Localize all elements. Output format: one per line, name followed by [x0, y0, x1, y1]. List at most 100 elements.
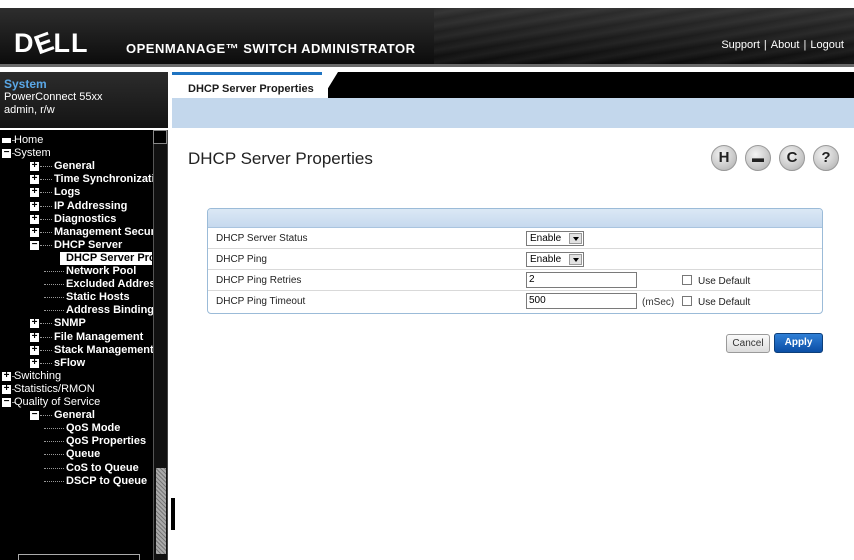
expand-icon[interactable]: + — [2, 370, 11, 381]
tree-item-label: Network Pool — [66, 265, 137, 277]
tree-item-label: General — [54, 409, 95, 422]
save-icon[interactable]: H — [711, 145, 737, 171]
tree-item-home[interactable]: Home — [0, 134, 154, 147]
tree-item-label: General — [54, 160, 95, 173]
tree-item-label: Queue — [66, 448, 101, 461]
expand-icon[interactable]: + — [30, 226, 39, 237]
ping-timeout-label: DHCP Ping Timeout — [216, 296, 306, 307]
tree-item-label: Home — [14, 134, 44, 146]
tree-item-general[interactable]: − General — [0, 409, 154, 422]
expand-icon[interactable]: + — [30, 357, 39, 368]
tree-item-sflow[interactable]: + sFlow — [0, 357, 154, 370]
tree-scrollbar[interactable] — [153, 130, 167, 560]
expand-icon[interactable]: + — [30, 318, 39, 329]
home-icon — [2, 138, 11, 143]
tree-item-label: System — [14, 147, 51, 160]
user-info: admin, r/w — [4, 104, 55, 116]
tree-item-label: DHCP Server — [54, 238, 123, 251]
expand-icon[interactable]: + — [30, 331, 39, 342]
collapse-icon[interactable]: − — [30, 410, 39, 421]
apply-button[interactable]: Apply — [774, 333, 823, 353]
tree-item-quality-of-service[interactable]: − Quality of Service — [0, 396, 154, 409]
tree-item-file-management[interactable]: + File Management — [0, 331, 154, 344]
expand-icon[interactable]: + — [30, 213, 39, 224]
expand-icon[interactable]: + — [30, 161, 39, 172]
tree-item-label: SNMP — [54, 317, 86, 330]
tree-item-ip-addressing[interactable]: + IP Addressing — [0, 200, 154, 213]
tree-item-system[interactable]: − System — [0, 147, 154, 160]
tree-item-dhcp-server-prop[interactable]: DHCP Server Prop — [60, 251, 162, 265]
top-header: DELL OPENMANAGE™ SWITCH ADMINISTRATOR Su… — [0, 0, 854, 68]
tree-item-label: DSCP to Queue — [66, 474, 148, 487]
tree-item-address-binding[interactable]: Address Binding — [0, 304, 154, 317]
chevron-down-icon[interactable] — [569, 254, 582, 265]
collapse-icon[interactable]: − — [30, 239, 39, 250]
support-link[interactable]: Support — [721, 39, 760, 51]
tab-bar: DHCP Server Properties — [172, 72, 854, 98]
tree-item-label: Quality of Service — [14, 396, 101, 408]
ping-retries-label: DHCP Ping Retries — [216, 275, 302, 286]
chevron-down-icon[interactable] — [569, 233, 582, 244]
tree-item-statistics-rmon[interactable]: + Statistics/RMON — [0, 383, 154, 396]
ping-retries-input[interactable]: 2 — [526, 272, 637, 288]
refresh-icon[interactable]: C — [779, 145, 805, 171]
expand-icon[interactable]: + — [30, 174, 39, 185]
ping-timeout-input[interactable]: 500 — [526, 293, 637, 309]
server-status-select[interactable]: Enable — [526, 231, 584, 246]
timeout-use-default-label: Use Default — [698, 297, 751, 308]
tree-item-excluded-address[interactable]: Excluded Address — [0, 278, 162, 291]
print-icon[interactable]: ▬ — [745, 145, 771, 171]
tree-item-qos-mode[interactable]: QoS Mode — [0, 422, 154, 435]
ping-label: DHCP Ping — [216, 254, 267, 265]
page-title: DHCP Server Properties — [188, 149, 373, 168]
tree-item-network-pool[interactable]: Network Pool — [0, 265, 154, 278]
tree-item-label: CoS to Queue — [66, 461, 139, 474]
tree-item-switching[interactable]: + Switching — [0, 370, 154, 383]
form-row-ping-retries: DHCP Ping Retries 2 Use Default — [208, 270, 822, 291]
app-title: OPENMANAGE™ SWITCH ADMINISTRATOR — [126, 41, 416, 56]
tree-item-label: Time Synchronization — [54, 173, 168, 186]
tree-item-time-synchronization[interactable]: + Time Synchronization — [0, 173, 167, 186]
tree-item-logs[interactable]: + Logs — [0, 186, 154, 199]
tree-item-qos-properties[interactable]: QoS Properties — [0, 435, 154, 448]
tree-item-snmp[interactable]: + SNMP — [0, 317, 154, 330]
tree-item-label: QoS Properties — [66, 435, 147, 448]
tree-item-management-security[interactable]: + Management Security — [0, 226, 167, 239]
ping-select[interactable]: Enable — [526, 252, 584, 267]
retries-use-default-checkbox[interactable] — [682, 275, 692, 285]
expand-icon[interactable]: + — [30, 187, 39, 198]
dell-logo: DELL — [14, 25, 89, 61]
device-model: PowerConnect 55xx — [4, 91, 103, 103]
tree-item-diagnostics[interactable]: + Diagnostics — [0, 213, 154, 226]
expand-icon[interactable]: + — [2, 383, 11, 394]
tree-item-label: Address Binding — [66, 304, 155, 317]
tree-item-general[interactable]: + General — [0, 160, 154, 173]
tree-item-queue[interactable]: Queue — [0, 448, 154, 461]
dhcp-properties-form: DHCP Server Status Enable DHCP Ping Enab… — [207, 208, 823, 314]
tree-item-label: Excluded Address — [66, 278, 162, 291]
tree-item-label: Stack Management — [54, 343, 154, 356]
tree-item-static-hosts[interactable]: Static Hosts — [0, 291, 154, 304]
tree-item-cos-to-queue[interactable]: CoS to Queue — [0, 462, 154, 475]
logout-link[interactable]: Logout — [810, 39, 844, 51]
about-link[interactable]: About — [771, 39, 800, 51]
tree-item-dscp-to-queue[interactable]: DSCP to Queue — [0, 475, 154, 488]
tree-item-stack-management[interactable]: + Stack Management — [0, 344, 154, 357]
tree-scroll-thumb[interactable] — [156, 468, 166, 554]
collapse-icon[interactable]: − — [2, 397, 11, 407]
timeout-use-default-checkbox[interactable] — [682, 296, 692, 306]
tree-item-label: Logs — [54, 186, 81, 199]
help-icon[interactable]: ? — [813, 145, 839, 171]
tree-item-label: Management Security — [54, 225, 168, 238]
expand-icon[interactable]: + — [30, 344, 39, 355]
collapse-icon[interactable]: − — [2, 148, 11, 159]
tab-subheader — [172, 98, 854, 128]
tree-item-label: Static Hosts — [66, 291, 130, 304]
header-bar: DELL OPENMANAGE™ SWITCH ADMINISTRATOR Su… — [0, 8, 854, 64]
panel-resize-handle[interactable] — [171, 498, 175, 530]
cancel-button[interactable]: Cancel — [726, 334, 770, 353]
tree-item-dhcp-server[interactable]: − DHCP Server — [0, 239, 154, 252]
expand-icon[interactable]: + — [30, 200, 39, 211]
tab-dhcp-server-properties[interactable]: DHCP Server Properties — [172, 72, 328, 98]
form-row-ping-timeout: DHCP Ping Timeout 500 (mSec) Use Default — [208, 291, 822, 312]
